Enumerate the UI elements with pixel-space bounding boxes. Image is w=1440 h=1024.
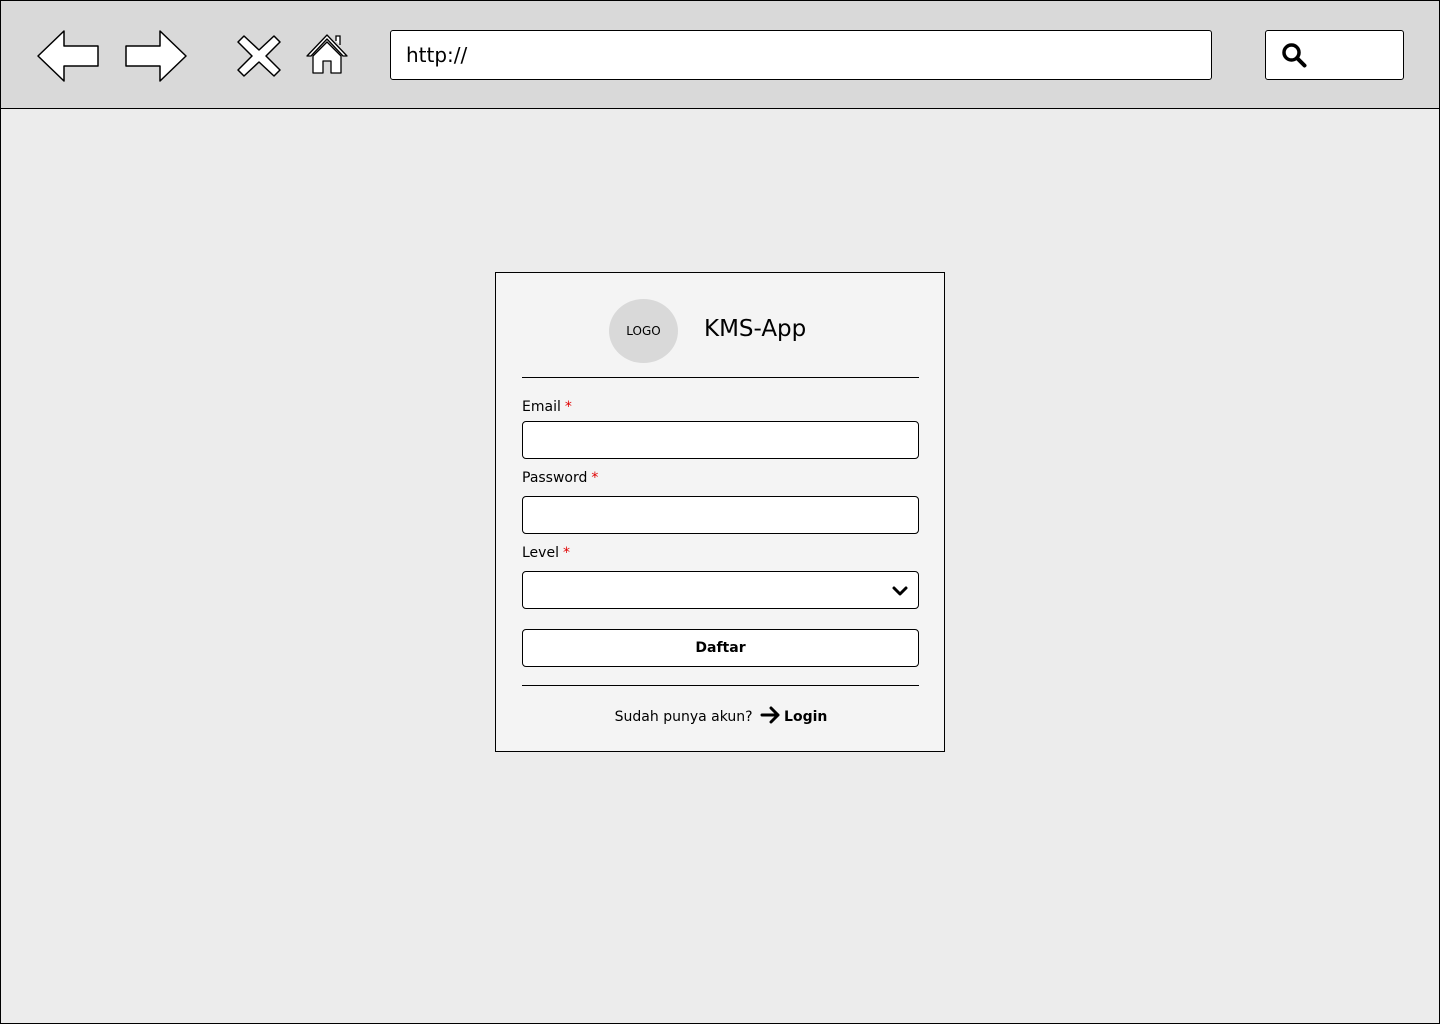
divider bbox=[522, 685, 919, 686]
forward-arrow-icon[interactable] bbox=[124, 29, 188, 83]
register-button[interactable]: Daftar bbox=[522, 629, 919, 667]
email-label: Email * bbox=[522, 399, 572, 415]
url-input[interactable]: http:// bbox=[390, 30, 1212, 80]
required-marker: * bbox=[562, 545, 570, 561]
login-prompt-text: Sudah punya akun? bbox=[614, 709, 753, 725]
arrow-right-icon[interactable] bbox=[760, 705, 782, 725]
close-icon[interactable] bbox=[236, 34, 282, 78]
level-label-text: Level bbox=[522, 545, 559, 561]
level-label: Level * bbox=[522, 545, 570, 561]
chevron-down-icon bbox=[892, 586, 908, 596]
divider bbox=[522, 377, 919, 378]
required-marker: * bbox=[564, 399, 572, 415]
app-title: KMS-App bbox=[704, 316, 807, 342]
back-arrow-icon[interactable] bbox=[36, 29, 100, 83]
login-link[interactable]: Login bbox=[784, 709, 827, 725]
password-field[interactable] bbox=[522, 496, 919, 534]
password-label-text: Password bbox=[522, 470, 588, 486]
home-icon[interactable] bbox=[305, 32, 349, 76]
logo: LOGO bbox=[609, 299, 678, 363]
register-card: LOGO KMS-App Email * Password * Level * Daf… bbox=[495, 272, 945, 752]
email-label-text: Email bbox=[522, 399, 561, 415]
login-prompt: Sudah punya akun? Login bbox=[496, 705, 946, 729]
password-label: Password * bbox=[522, 470, 598, 486]
search-icon bbox=[1282, 43, 1307, 68]
required-marker: * bbox=[591, 470, 599, 486]
browser-toolbar: http:// bbox=[0, 0, 1440, 109]
email-field[interactable] bbox=[522, 421, 919, 459]
browser-search-button[interactable] bbox=[1265, 30, 1404, 80]
level-select[interactable] bbox=[522, 571, 919, 609]
